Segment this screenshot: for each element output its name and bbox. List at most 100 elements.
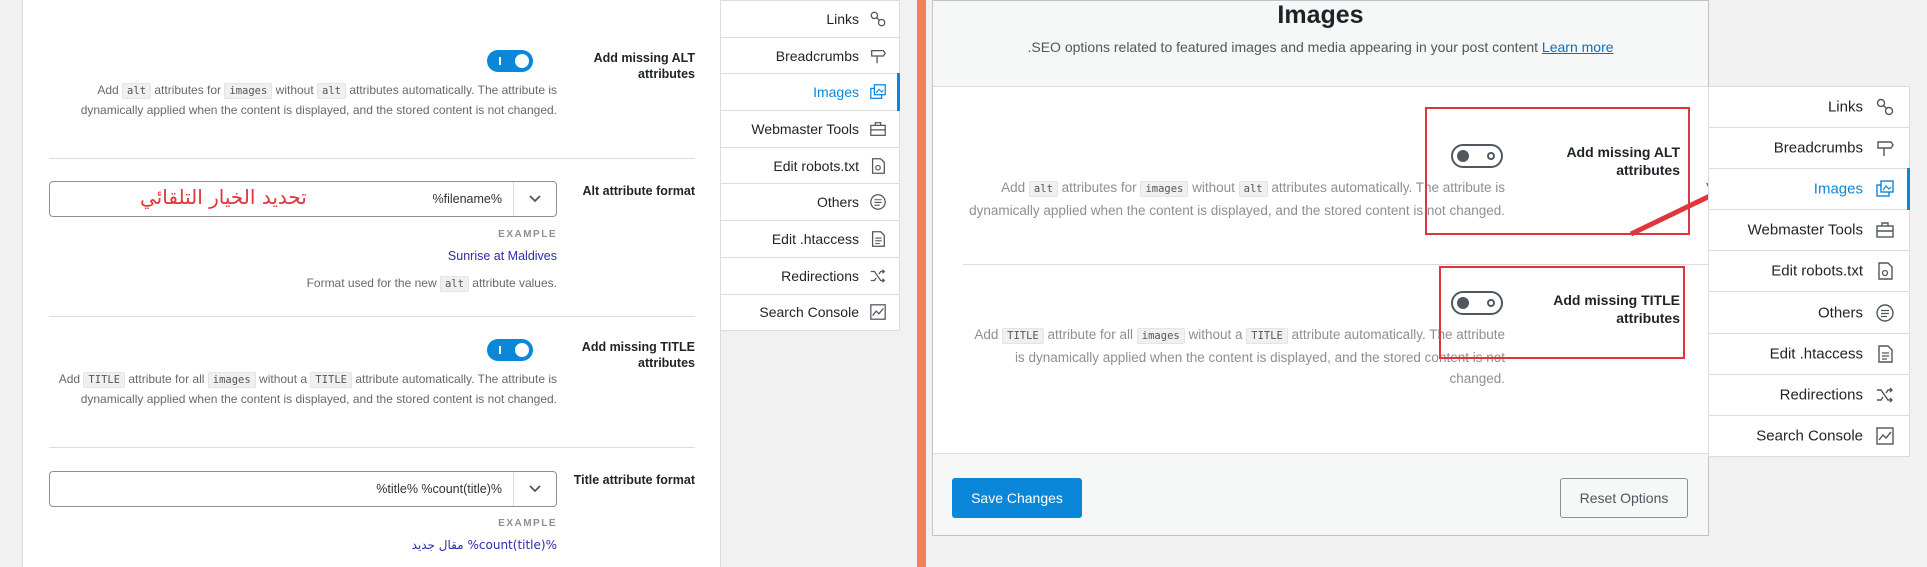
inline-code: alt: [1238, 181, 1268, 197]
title-format-select[interactable]: %title% %count(title)%: [49, 471, 557, 507]
document-icon: [1878, 344, 1893, 363]
description-text: attribute values.: [468, 276, 557, 290]
subtitle-text: SEO options related to featured images a…: [1027, 39, 1539, 55]
list-circle-icon: [870, 194, 886, 211]
tab-label: Links: [826, 10, 859, 27]
tab-edit-htaccess[interactable]: Edit .htaccess: [721, 221, 899, 258]
active-tab-indicator: [1907, 168, 1910, 211]
tab-edit-robots-txt[interactable]: Edit robots.txt: [1709, 251, 1909, 293]
tab-label: Edit robots.txt: [773, 157, 859, 174]
description-text: without: [272, 83, 318, 97]
settings-card: Images SEO options related to featured i…: [932, 0, 1709, 536]
example-label: EXAMPLE: [498, 518, 557, 529]
section-footer: Save Changes Reset Options: [933, 453, 1708, 535]
annotation-arabic: تحديد الخيار التلقائي: [140, 185, 307, 209]
divider: [49, 447, 695, 448]
learn-more-link[interactable]: Learn more: [1542, 39, 1614, 55]
inline-code: alt: [122, 83, 152, 99]
divider: [49, 316, 695, 317]
description-text: Add: [974, 327, 1003, 342]
alt-toggle[interactable]: [487, 50, 533, 72]
tab-label: Links: [1827, 98, 1863, 116]
inline-code: alt: [1028, 181, 1058, 197]
tab-others[interactable]: Others: [1709, 293, 1909, 334]
title-setting-description: Add TITLE attribute for all images witho…: [49, 370, 557, 408]
alt-setting-title: Add missing ALT attributes: [593, 51, 695, 81]
tab-redirections[interactable]: Redirections: [721, 258, 899, 295]
inline-code: images: [1136, 328, 1185, 344]
example-value: Sunrise at Maldives: [447, 249, 557, 263]
tab-images[interactable]: Images: [721, 73, 900, 112]
link-icon: [870, 11, 886, 27]
chart-line-icon: [870, 304, 886, 321]
example-value: مقال جديد %count(title)%: [411, 538, 557, 552]
tab-others[interactable]: Others: [721, 185, 899, 222]
screenshot-divider: [917, 0, 926, 567]
inline-code: TITLE: [1002, 328, 1044, 344]
title-format-title: Title attribute format: [573, 473, 695, 487]
images-icon: [1876, 180, 1894, 197]
tab-webmaster-tools[interactable]: Webmaster Tools: [1709, 210, 1909, 252]
page-subtitle: SEO options related to featured images a…: [933, 39, 1708, 55]
tab-webmaster-tools[interactable]: Webmaster Tools: [721, 111, 899, 148]
inline-code: TITLE: [83, 372, 126, 388]
description-text: attribute for all: [125, 372, 208, 386]
active-tab-indicator: [897, 73, 900, 112]
toggle-on-mark: [499, 57, 501, 65]
divider: [49, 158, 695, 159]
inline-code: images: [224, 83, 273, 99]
settings-form: Add missing ALT attributes Add alt attri…: [22, 0, 721, 567]
tab-label: Others: [1817, 304, 1863, 322]
tab-label: Search Console: [1756, 427, 1863, 445]
left-screenshot-panel: Add missing ALT attributes Add alt attri…: [0, 0, 918, 567]
alt-format-note: Format used for the new alt attribute va…: [49, 276, 557, 292]
toggle-knob: [515, 343, 529, 357]
toggle-on-mark: [499, 346, 501, 354]
alt-setting-description: Add alt attributes for images without al…: [963, 177, 1505, 221]
description-text: without a: [1184, 327, 1247, 342]
signpost-icon: [1877, 141, 1894, 157]
tab-search-console[interactable]: Search Console: [1709, 416, 1909, 457]
inline-code: TITLE: [310, 372, 352, 388]
section-header: Images SEO options related to featured i…: [933, 1, 1708, 87]
description-text: attribute for all: [1043, 327, 1137, 342]
tab-breadcrumbs[interactable]: Breadcrumbs: [1709, 128, 1909, 170]
tab-label: Webmaster Tools: [751, 120, 859, 137]
title-format-value: %title% %count(title)%: [376, 482, 502, 496]
tab-links[interactable]: Links: [1709, 87, 1909, 129]
example-label: EXAMPLE: [498, 229, 557, 240]
shuffle-icon: [1877, 387, 1893, 403]
tab-edit-robots-txt[interactable]: Edit robots.txt: [721, 148, 899, 185]
description-text: Add: [97, 83, 123, 97]
tab-label: Breadcrumbs: [775, 47, 859, 64]
reset-button[interactable]: Reset Options: [1560, 478, 1688, 518]
select-separator: [513, 472, 514, 506]
save-button[interactable]: Save Changes: [952, 478, 1082, 518]
inline-code: images: [207, 372, 256, 388]
images-icon: [870, 84, 886, 100]
title-setting-description: Add TITLE attribute for all images witho…: [963, 324, 1505, 389]
description-text: attributes for: [151, 83, 225, 97]
chevron-down-icon: [529, 485, 541, 493]
link-icon: [1876, 98, 1894, 116]
tab-label: Redirections: [1779, 386, 1863, 404]
tab-images[interactable]: Images: [1709, 168, 1910, 211]
shuffle-icon: [870, 268, 886, 283]
tab-label: Edit .htaccess: [771, 231, 859, 248]
alt-format-title: Alt attribute format: [582, 184, 696, 198]
tab-links[interactable]: Links: [721, 1, 899, 38]
tab-label: Edit robots.txt: [1771, 262, 1863, 280]
toolbox-icon: [1876, 222, 1894, 239]
tab-redirections[interactable]: Redirections: [1709, 375, 1909, 416]
title-toggle[interactable]: [487, 339, 533, 361]
toolbox-icon: [870, 122, 886, 136]
tab-label: Others: [816, 194, 859, 211]
inline-code: alt: [439, 276, 469, 292]
tab-label: Images: [813, 84, 859, 101]
tab-edit-htaccess[interactable]: Edit .htaccess: [1709, 334, 1909, 375]
tab-breadcrumbs[interactable]: Breadcrumbs: [721, 38, 899, 75]
alt-format-select[interactable]: %filename% تحديد الخيار التلقائي: [49, 181, 557, 217]
left-tab-navigation: Links Breadcrumbs Images Webmaster Tools Edi…: [720, 0, 900, 332]
tab-search-console[interactable]: Search Console: [721, 295, 899, 332]
inline-code: images: [1140, 181, 1189, 197]
